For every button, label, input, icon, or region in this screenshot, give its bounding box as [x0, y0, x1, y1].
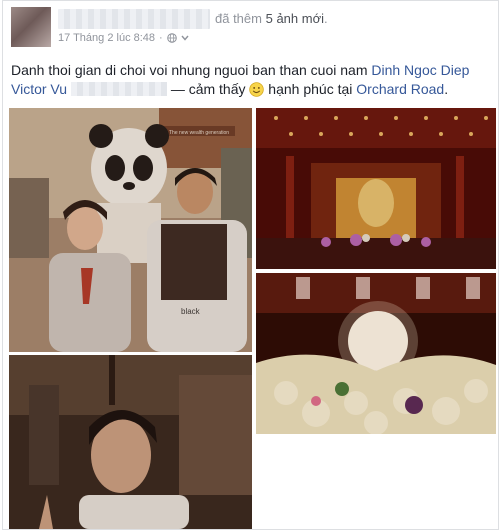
photo-crystal-ball[interactable]: [256, 273, 496, 434]
location-prefix: tại: [337, 81, 353, 97]
meta-separator: ·: [159, 32, 163, 44]
timestamp[interactable]: 17 Tháng 2 lúc 8:48: [58, 32, 155, 44]
tag-blurred[interactable]: [70, 82, 167, 96]
photo-temple-hall[interactable]: [256, 108, 496, 269]
feeling-prefix: — cảm thấy: [170, 81, 246, 97]
post-header: đã thêm 5 ảnh mới.: [215, 11, 328, 26]
avatar[interactable]: [11, 7, 51, 47]
photo-friends-panda[interactable]: The new wealth generation black: [9, 108, 252, 352]
header-period: .: [324, 11, 328, 26]
feeling-text: hạnh phúc: [268, 81, 334, 97]
post-body: Danh thoi gian di choi voi nhung nguoi b…: [11, 61, 491, 99]
tag-dinh-ngoc-diep[interactable]: Dinh Ngoc Diep: [371, 62, 469, 78]
action-text: đã thêm: [215, 11, 262, 26]
tag-victor-vu[interactable]: Victor Vu: [11, 81, 67, 97]
post-message: Danh thoi gian di choi voi nhung nguoi b…: [11, 62, 368, 78]
feed-post: đã thêm 5 ảnh mới. 17 Tháng 2 lúc 8:48 ·…: [2, 0, 499, 530]
chevron-down-icon[interactable]: [181, 35, 189, 41]
photo-count-link[interactable]: 5 ảnh mới: [266, 11, 324, 26]
author-name-blurred[interactable]: [58, 9, 210, 29]
smiley-icon: [249, 82, 265, 97]
body-period: .: [444, 81, 449, 97]
photo-selfie[interactable]: [9, 355, 252, 529]
post-meta: 17 Tháng 2 lúc 8:48 ·: [58, 32, 189, 44]
globe-icon[interactable]: [166, 33, 177, 43]
location-link[interactable]: Orchard Road: [356, 81, 444, 97]
